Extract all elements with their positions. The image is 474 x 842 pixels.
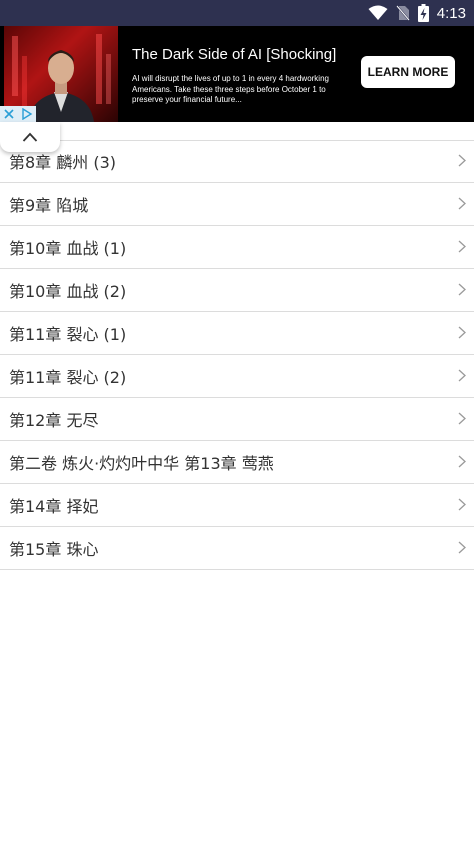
chevron-right-icon — [458, 326, 466, 339]
clock: 4:13 — [436, 4, 466, 22]
adchoices-icon[interactable] — [18, 106, 36, 122]
chapter-row[interactable]: 第12章 无尽 — [0, 398, 474, 441]
chapter-row[interactable]: 第14章 择妃 — [0, 484, 474, 527]
battery-charging-icon — [417, 4, 429, 22]
status-bar: 4:13 — [0, 0, 474, 26]
chapter-title: 第14章 择妃 — [9, 497, 99, 516]
ad-choices[interactable] — [0, 106, 36, 122]
chapter-row[interactable]: 第二卷 炼火·灼灼叶中华 第13章 莺燕 — [0, 441, 474, 484]
chevron-right-icon — [458, 498, 466, 511]
chevron-right-icon — [458, 197, 466, 210]
chevron-right-icon — [458, 412, 466, 425]
collapse-ad-button[interactable] — [0, 122, 60, 152]
chapter-title: 第二卷 炼火·灼灼叶中华 第13章 莺燕 — [9, 454, 274, 473]
chapter-row[interactable]: 第9章 陷城 — [0, 183, 474, 226]
ad-body[interactable]: AI will disrupt the lives of up to 1 in … — [132, 74, 347, 106]
chevron-right-icon — [458, 455, 466, 468]
chapter-title: 第11章 裂心 (1) — [9, 325, 127, 344]
status-icons: 4:13 — [368, 3, 466, 23]
chapter-list: 第8章 麟州 (3) 第9章 陷城 第10章 血战 (1) 第10章 血战 (2… — [0, 140, 474, 570]
chapter-row[interactable]: 第11章 裂心 (2) — [0, 355, 474, 398]
wifi-icon — [368, 5, 388, 20]
chevron-up-icon — [22, 132, 38, 142]
chevron-right-icon — [458, 283, 466, 296]
chapter-row[interactable]: 第15章 珠心 — [0, 527, 474, 570]
chapter-title: 第11章 裂心 (2) — [9, 368, 127, 387]
chapter-title: 第10章 血战 (1) — [9, 239, 127, 258]
chevron-right-icon — [458, 541, 466, 554]
chapter-row[interactable]: 第10章 血战 (2) — [0, 269, 474, 312]
chevron-right-icon — [458, 369, 466, 382]
ad-banner[interactable]: The Dark Side of AI [Shocking] AI will d… — [0, 26, 474, 122]
chapter-title: 第15章 珠心 — [9, 540, 99, 559]
chapter-title: 第9章 陷城 — [9, 196, 89, 215]
no-sim-icon — [396, 5, 410, 21]
chapter-title: 第8章 麟州 (3) — [9, 153, 117, 172]
chapter-title: 第10章 血战 (2) — [9, 282, 127, 301]
chapter-row[interactable]: 第8章 麟州 (3) — [0, 140, 474, 183]
ad-learn-more-button[interactable]: LEARN MORE — [361, 56, 455, 88]
ad-close-icon[interactable] — [0, 106, 18, 122]
chapter-title: 第12章 无尽 — [9, 411, 99, 430]
chapter-row[interactable]: 第10章 血战 (1) — [0, 226, 474, 269]
ad-headline[interactable]: The Dark Side of AI [Shocking] — [132, 46, 336, 63]
chapter-row[interactable]: 第11章 裂心 (1) — [0, 312, 474, 355]
chevron-right-icon — [458, 240, 466, 253]
chevron-right-icon — [458, 154, 466, 167]
